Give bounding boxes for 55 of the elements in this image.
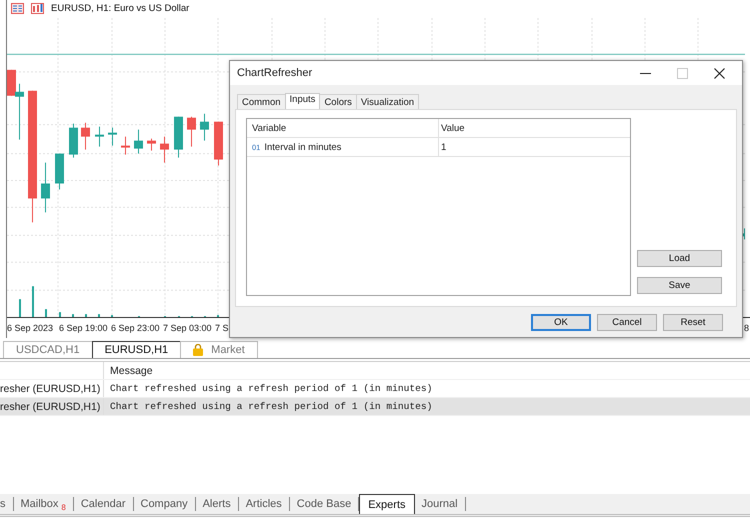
log-source: resher (EURUSD,H1) — [0, 398, 104, 415]
tab[interactable]: Experts — [359, 494, 414, 514]
close-icon — [714, 68, 725, 78]
table-icon[interactable] — [11, 3, 24, 14]
time-label: 7 S — [215, 323, 230, 334]
log-message: Chart refreshed using a refresh period of 1 (in minutes) — [109, 383, 432, 394]
tab[interactable]: Articles — [238, 497, 290, 511]
mail-count: 8 — [61, 502, 66, 512]
time-label: 6 Sep 19:00 — [59, 323, 109, 334]
tab[interactable]: Company — [134, 497, 196, 511]
candle — [160, 136, 169, 164]
candle — [41, 162, 50, 213]
time-label: 7 Sep 03:00 — [163, 323, 213, 334]
column-header[interactable]: Variable — [247, 119, 439, 137]
chart-tab[interactable]: Market — [180, 341, 258, 358]
candle — [147, 138, 156, 152]
dialog-button[interactable]: OK — [531, 314, 591, 330]
bag-icon — [193, 344, 204, 356]
dialog-button[interactable]: Reset — [663, 314, 723, 330]
tab[interactable]: Inputs — [284, 93, 320, 109]
candle — [187, 116, 196, 148]
chart-title: EURUSD, H1: Euro vs US Dollar — [51, 3, 190, 14]
candle — [69, 123, 78, 158]
candle — [55, 153, 64, 190]
candle — [95, 126, 104, 148]
tab[interactable]: s — [0, 497, 14, 511]
tab[interactable]: Alerts — [196, 497, 239, 511]
candle — [174, 116, 183, 158]
dialog-title: ChartRefresher — [237, 67, 314, 79]
tab[interactable]: Common — [237, 94, 286, 109]
tab[interactable]: Calendar — [74, 497, 134, 511]
candle — [214, 121, 223, 166]
tab[interactable]: Mailbox 8 — [14, 497, 74, 511]
candle — [200, 113, 209, 142]
candle — [81, 122, 90, 150]
table-cell[interactable]: Interval in minutes — [264, 142, 342, 152]
side-button[interactable]: Load — [637, 250, 722, 267]
tab[interactable]: Journal — [414, 497, 466, 511]
column-header[interactable]: Value — [439, 119, 630, 137]
time-label: 8 — [744, 323, 750, 334]
table-cell[interactable]: 1 — [439, 138, 630, 156]
tab[interactable]: Visualization — [356, 94, 420, 109]
candle — [134, 129, 143, 154]
time-label: 6 Sep 23:00 — [111, 323, 161, 334]
candle — [108, 127, 117, 146]
time-label: 6 Sep 2023 — [7, 323, 54, 334]
column-header[interactable]: Message — [104, 364, 153, 376]
chart-tab[interactable]: EURUSD,H1 — [92, 341, 182, 358]
log-message: Chart refreshed using a refresh period of 1 (in minutes) — [109, 401, 432, 412]
maximize-icon — [677, 68, 688, 78]
log-row[interactable]: resher (EURUSD,H1) Chart refreshed using a refresh period of 1 (in minutes) — [0, 398, 750, 416]
side-button[interactable]: Save — [637, 277, 722, 294]
candle — [121, 136, 130, 156]
dialog-button[interactable]: Cancel — [597, 314, 657, 330]
log-source: resher (EURUSD,H1) — [0, 380, 104, 397]
